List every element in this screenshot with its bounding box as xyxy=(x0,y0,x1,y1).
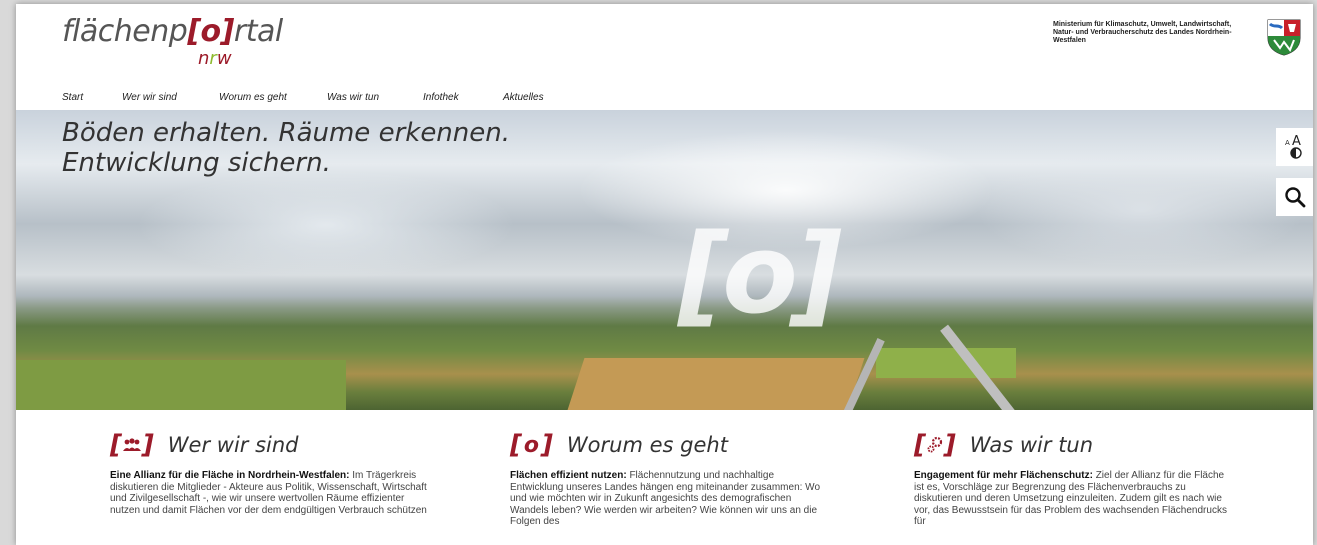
column-title[interactable]: Was wir tun xyxy=(970,433,1093,457)
column-title[interactable]: Worum es geht xyxy=(567,433,728,457)
logo-subtitle: nrw xyxy=(198,48,232,69)
nav-item-aktuelles[interactable]: Aktuelles xyxy=(503,92,583,103)
page: flächenp[o]rtal nrw Ministerium für Klim… xyxy=(16,4,1313,545)
nav-item-worum-es-geht[interactable]: Worum es geht xyxy=(219,92,327,103)
intro-columns: [] Wer wir sind Eine Allianz für die Flä… xyxy=(16,410,1313,545)
column-was-wir-tun: [] Was wir tun Engagement für mehr Fläch… xyxy=(914,430,1234,528)
site-logo[interactable]: flächenp[o]rtal xyxy=(62,14,283,49)
column-text: Engagement für mehr Flächenschutz: Ziel … xyxy=(914,470,1227,527)
svg-text:A: A xyxy=(1285,139,1290,147)
column-worum-es-geht: [o] Worum es geht Flächen effizient nutz… xyxy=(510,430,830,528)
hero-title: Böden erhalten. Räume erkennen. Entwickl… xyxy=(62,118,510,178)
search-icon xyxy=(1284,187,1305,208)
logo-sub-r: r xyxy=(209,48,217,69)
logo-bracket-close: ] xyxy=(220,14,235,49)
nrw-coat-of-arms-icon[interactable] xyxy=(1266,18,1302,56)
nav-item-wer-wir-sind[interactable]: Wer wir sind xyxy=(122,92,219,103)
logo-o: o xyxy=(200,14,222,49)
ministry-name[interactable]: Ministerium für Klimaschutz, Umwelt, Lan… xyxy=(1053,21,1253,45)
gears-icon: [] xyxy=(914,430,956,460)
nav-item-infothek[interactable]: Infothek xyxy=(423,92,503,103)
hero-field xyxy=(567,358,865,410)
hero-title-line-1: Böden erhalten. Räume erkennen. xyxy=(62,118,511,148)
column-text: Flächen effizient nutzen: Flächennutzung… xyxy=(510,470,820,527)
search-button[interactable] xyxy=(1276,178,1313,216)
font-size-contrast-icon: A A xyxy=(1285,134,1302,159)
logo-text-2: rtal xyxy=(233,14,283,49)
hero-cloud xyxy=(976,150,1306,270)
hero-o-mark: [o] xyxy=(678,210,842,338)
accessibility-toggle[interactable]: A A xyxy=(1276,128,1313,166)
logo-sub-w: w xyxy=(216,48,232,69)
svg-text:A: A xyxy=(1292,134,1301,149)
main-nav: Start Wer wir sind Worum es geht Was wir… xyxy=(62,92,583,103)
hero-field xyxy=(16,360,346,410)
hero-cloud xyxy=(136,170,516,280)
logo-text-1: flächenp xyxy=(62,14,188,49)
o-icon: [o] xyxy=(510,430,553,460)
nav-item-was-wir-tun[interactable]: Was wir tun xyxy=(327,92,423,103)
column-wer-wir-sind: [] Wer wir sind Eine Allianz für die Flä… xyxy=(110,430,430,516)
column-title[interactable]: Wer wir sind xyxy=(168,433,299,457)
logo-sub-n: n xyxy=(198,48,210,69)
nav-item-start[interactable]: Start xyxy=(62,92,122,103)
hero-field xyxy=(876,348,1016,378)
column-text: Eine Allianz für die Fläche in Nordrhein… xyxy=(110,470,427,516)
logo-bracket-open: [ xyxy=(187,14,201,49)
hero-banner: Böden erhalten. Räume erkennen. Entwickl… xyxy=(16,110,1313,410)
site-header: flächenp[o]rtal nrw Ministerium für Klim… xyxy=(16,4,1313,110)
hero-title-line-2: Entwicklung sichern. xyxy=(62,148,331,178)
people-icon: [] xyxy=(110,430,154,460)
